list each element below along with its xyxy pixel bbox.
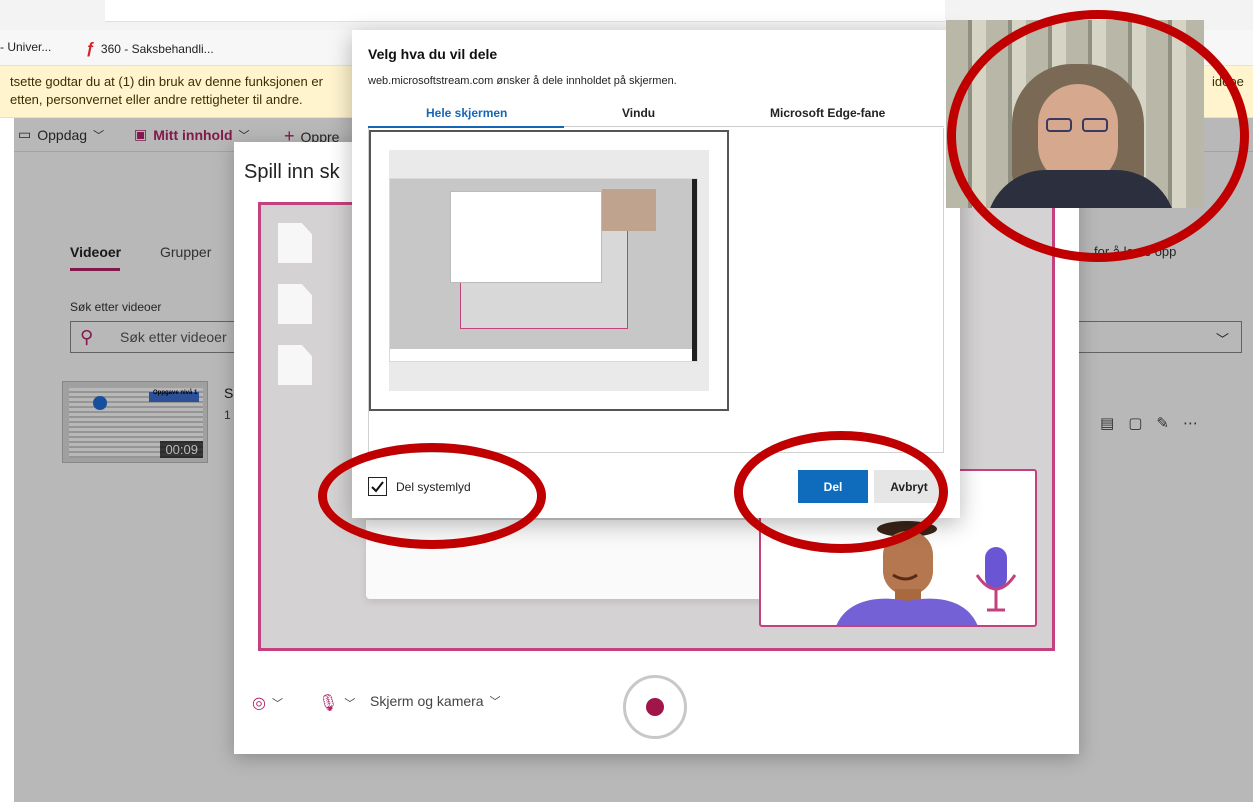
record-dialog-title: Spill inn sk <box>244 161 340 183</box>
share-dialog-subtitle: web.microsoftstream.com ønsker å dele in… <box>368 75 677 87</box>
address-bar[interactable] <box>105 0 945 22</box>
left-edge <box>0 118 14 802</box>
document-icon <box>278 284 312 324</box>
annotation-ellipse-webcam <box>947 10 1249 262</box>
bookmark-label: - Univer... <box>0 40 52 54</box>
mini-webcam <box>602 189 656 231</box>
infobar-text-line2: etten, personvernet eller andre rettighe… <box>10 92 303 107</box>
bookmark-university[interactable]: - Univer... <box>0 40 51 54</box>
bookmark-360[interactable]: ƒ 360 - Saksbehandli... <box>86 40 214 58</box>
webcam-icon: ◎ <box>252 695 266 712</box>
record-icon <box>646 698 664 716</box>
document-icon <box>278 345 312 385</box>
bookmark-label: 360 - Saksbehandli... <box>100 42 214 56</box>
tab-window[interactable]: Vindu <box>622 106 655 120</box>
annotation-ellipse-share-button <box>734 431 948 553</box>
tab-entire-screen[interactable]: Hele skjermen <box>426 106 507 120</box>
tab-edge-tab[interactable]: Microsoft Edge-fane <box>770 106 885 120</box>
microphone-icon: 🎙 <box>318 695 339 712</box>
source-label: Skjerm og kamera <box>370 693 484 709</box>
screen-preview-image <box>389 178 698 362</box>
mini-share-dialog <box>450 191 602 283</box>
chevron-down-icon: ﹀ <box>489 696 501 708</box>
annotation-ellipse-system-audio <box>318 443 546 549</box>
mini-sidebar <box>692 179 697 361</box>
microphone-select[interactable]: 🎙 ﹀ <box>318 693 355 713</box>
360-logo-icon: ƒ <box>86 40 95 57</box>
source-select[interactable]: Skjerm og kamera ﹀ <box>370 693 501 709</box>
infobar-text-line1: tsette godtar du at (1) din bruk av denn… <box>10 74 323 89</box>
document-icon <box>278 223 312 263</box>
chevron-down-icon: ﹀ <box>344 698 356 710</box>
webcam-select[interactable]: ◎ ﹀ <box>252 693 283 713</box>
chevron-down-icon: ﹀ <box>271 698 283 710</box>
share-dialog-title: Velg hva du vil dele <box>368 46 498 62</box>
